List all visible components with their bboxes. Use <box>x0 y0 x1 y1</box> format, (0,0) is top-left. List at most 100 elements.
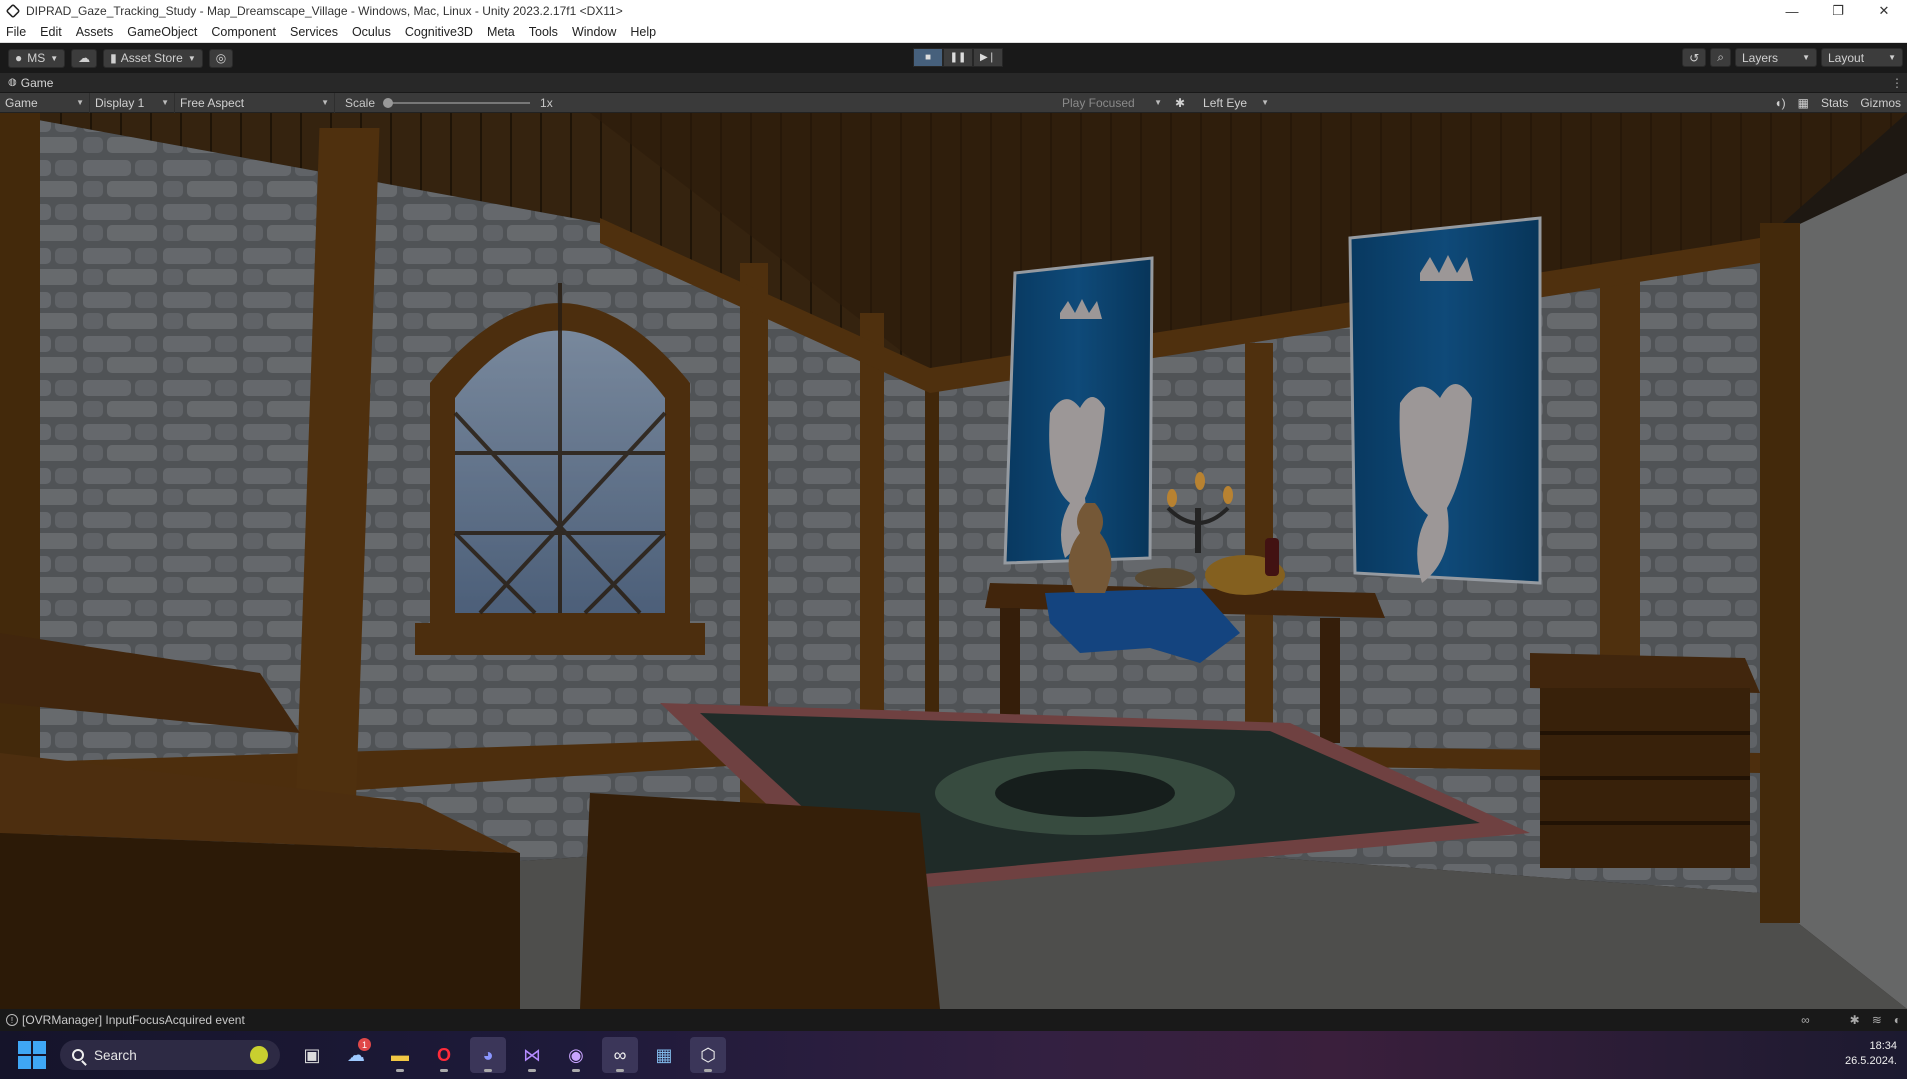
taskbar-clock[interactable]: 18:34 26.5.2024. <box>1845 1039 1897 1069</box>
game-view-toolbar: Game ▼ Display 1 ▼ Free Aspect ▼ Scale 1… <box>0 92 1907 113</box>
menu-help[interactable]: Help <box>630 25 656 39</box>
meta-icon[interactable]: ∞ <box>602 1037 638 1073</box>
visual-studio-glyph: ⋈ <box>523 1044 541 1065</box>
game-mode-dropdown[interactable]: Game ▼ <box>0 92 90 113</box>
chevron-down-icon: ▼ <box>321 98 329 107</box>
step-icon: ▶❘ <box>979 52 997 63</box>
display-label: Display 1 <box>95 95 145 110</box>
gizmos-button[interactable]: Gizmos <box>1854 96 1907 110</box>
menu-gameobject[interactable]: GameObject <box>127 25 197 39</box>
asset-store-dropdown[interactable]: ▮ Asset Store ▼ <box>103 48 203 68</box>
menu-edit[interactable]: Edit <box>40 25 62 39</box>
layout-dropdown[interactable]: Layout ▼ <box>1821 48 1903 67</box>
more-options-icon[interactable]: ⋮ <box>1891 76 1903 90</box>
search-icon: ⌕ <box>1717 50 1724 64</box>
menu-cognitive3d[interactable]: Cognitive3D <box>405 25 473 39</box>
tab-game[interactable]: ◍ Game <box>8 76 53 90</box>
unity-logo-icon <box>5 3 21 19</box>
layers-icon[interactable]: ≋ <box>1872 1013 1882 1027</box>
status-right: ∞ ✱ ≋ ◐ <box>1789 1013 1901 1027</box>
scale-slider-handle[interactable] <box>383 97 394 108</box>
running-indicator <box>616 1069 624 1072</box>
search-placeholder: Search <box>94 1047 137 1063</box>
menu-window[interactable]: Window <box>572 25 616 39</box>
account-dropdown[interactable]: ● MS ▼ <box>8 48 66 68</box>
close-button[interactable]: ✕ <box>1861 0 1907 22</box>
settings-icon[interactable]: ◐ <box>1894 1013 1901 1027</box>
link-icon[interactable]: ∞ <box>1801 1013 1810 1027</box>
layout-label: Layout <box>1828 50 1865 65</box>
console-status-bar[interactable]: ! [OVRManager] InputFocusAcquired event … <box>0 1009 1907 1031</box>
pause-icon: ❚❚ <box>949 52 967 63</box>
chevron-down-icon: ▼ <box>1802 53 1810 62</box>
task-view-icon[interactable]: ▣ <box>294 1037 330 1073</box>
file-explorer-icon[interactable]: ▬ <box>382 1037 418 1073</box>
aspect-dropdown[interactable]: Free Aspect ▼ <box>175 92 335 113</box>
tab-game-label: Game <box>20 75 54 90</box>
eye-dropdown[interactable]: ✱ Left Eye ▼ <box>1170 93 1274 113</box>
toolbar-right: ↺ ⌕ Layers ▼ Layout ▼ <box>1682 48 1907 67</box>
collab-button[interactable]: ◎ <box>208 48 234 68</box>
running-indicator <box>440 1069 448 1072</box>
chevron-down-icon: ▼ <box>1261 98 1269 107</box>
game-viewport[interactable] <box>0 113 1907 1009</box>
menu-meta[interactable]: Meta <box>487 25 515 39</box>
status-message: [OVRManager] InputFocusAcquired event <box>22 1013 245 1027</box>
menu-assets[interactable]: Assets <box>76 25 114 39</box>
chevron-down-icon: ▼ <box>161 98 169 107</box>
grid-icon[interactable]: ▦ <box>1792 96 1815 110</box>
image-viewer-icon[interactable]: ▦ <box>646 1037 682 1073</box>
scale-control: Scale 1x <box>345 96 553 110</box>
task-view-glyph: ▣ <box>303 1044 321 1065</box>
discord-icon[interactable]: ◕ <box>470 1037 506 1073</box>
pause-button[interactable]: ❚❚ <box>943 48 973 67</box>
history-button[interactable]: ↺ <box>1682 48 1707 67</box>
play-focus-dropdown[interactable]: Play Focused ▼ <box>1057 93 1167 113</box>
stop-icon: ■ <box>924 52 932 63</box>
scale-value: 1x <box>540 95 553 110</box>
scale-slider[interactable] <box>383 97 531 108</box>
layers-dropdown[interactable]: Layers ▼ <box>1735 48 1817 67</box>
collab-icon: ◎ <box>215 51 227 65</box>
shopping-bag-icon: ▮ <box>110 51 117 65</box>
account-label: MS <box>27 51 46 65</box>
windows-start-button[interactable] <box>18 1041 46 1069</box>
running-indicator <box>396 1069 404 1072</box>
chevron-down-icon: ▼ <box>187 53 196 63</box>
game-tab-bar: ◍ Game ⋮ <box>0 73 1907 93</box>
info-icon: ! <box>6 1014 18 1026</box>
chevron-down-icon: ▼ <box>50 53 59 63</box>
menu-oculus[interactable]: Oculus <box>352 25 391 39</box>
opera-icon[interactable]: O <box>426 1037 462 1073</box>
search-button[interactable]: ⌕ <box>1710 48 1731 67</box>
meta-glyph: ∞ <box>613 1044 627 1065</box>
chevron-down-icon: ▼ <box>1888 53 1896 62</box>
cloud-icon: ☁ <box>78 51 91 65</box>
unity-icon[interactable]: ⬡ <box>690 1037 726 1073</box>
taskbar-apps: ▣ ☁ 1 ▬ O ◕ ⋈ ◉ ∞ ▦ ⬡ <box>290 1037 730 1073</box>
menu-tools[interactable]: Tools <box>529 25 558 39</box>
chevron-down-icon: ▼ <box>76 98 84 107</box>
stop-button[interactable]: ■ <box>913 48 943 67</box>
step-button[interactable]: ▶❘ <box>973 48 1003 67</box>
github-icon[interactable]: ◉ <box>558 1037 594 1073</box>
bug-icon[interactable]: ✱ <box>1850 1013 1860 1027</box>
play-focus-label: Play Focused <box>1062 95 1135 110</box>
menu-component[interactable]: Component <box>211 25 276 39</box>
weather-icon[interactable]: ☁ 1 <box>338 1037 374 1073</box>
menu-file[interactable]: File <box>6 25 26 39</box>
visual-studio-icon[interactable]: ⋈ <box>514 1037 550 1073</box>
discord-glyph: ◕ <box>482 1044 494 1065</box>
taskbar-search[interactable]: Search <box>60 1040 280 1070</box>
restore-button[interactable]: ❐ <box>1815 0 1861 22</box>
stats-button[interactable]: Stats <box>1815 96 1854 110</box>
running-indicator <box>704 1069 712 1072</box>
asset-store-label: Asset Store <box>120 51 183 65</box>
minimize-button[interactable]: — <box>1769 0 1815 22</box>
menu-services[interactable]: Services <box>290 25 338 39</box>
clock-time: 18:34 <box>1869 1040 1897 1052</box>
main-toolbar: ● MS ▼ ☁ ▮ Asset Store ▼ ◎ ■ ❚❚ ▶❘ ↺ ⌕ L… <box>0 43 1907 73</box>
display-dropdown[interactable]: Display 1 ▼ <box>90 92 175 113</box>
audio-icon[interactable]: ◖) <box>1768 96 1791 110</box>
cloud-button[interactable]: ☁ <box>71 48 98 68</box>
